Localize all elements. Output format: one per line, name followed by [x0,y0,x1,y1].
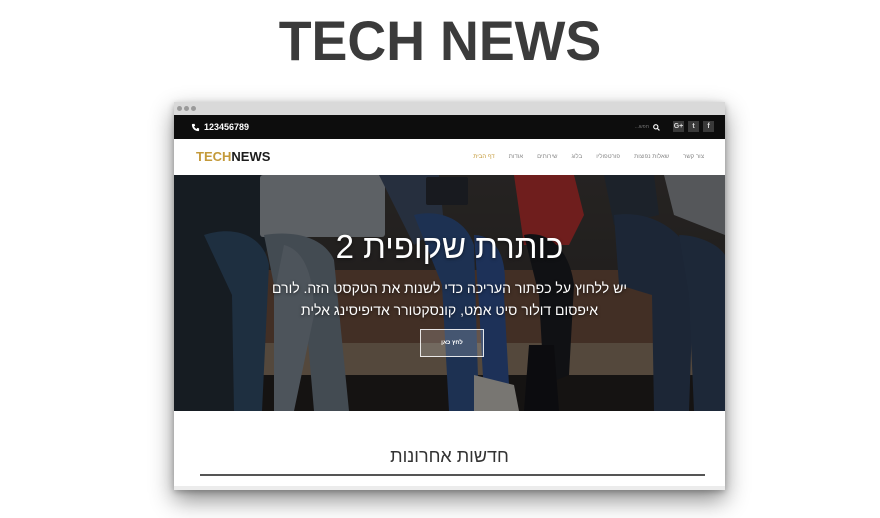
search-icon[interactable] [653,123,660,131]
site-navbar: TECHNEWS דף הבית אודות שירותים בלוג פורט… [174,139,725,175]
google-plus-icon[interactable]: G+ [673,121,684,132]
window-dot [191,106,196,111]
hero-title: כותרת שקופית 2 [335,228,564,265]
latest-news-title: חדשות אחרונות [390,446,509,466]
section-bottom-strip [174,486,725,490]
page-title: TECH NEWS [278,9,602,72]
window-dot [177,106,182,111]
logo-tech: TECH [196,149,232,164]
window-chrome [174,102,725,116]
phone-icon [191,123,200,131]
section-divider [200,474,705,476]
menu-item-portfolio[interactable]: פורטפוליו [596,153,620,161]
phone-number: 123456789 [204,122,250,132]
latest-news-section: חדשות אחרונות [174,411,725,490]
search-box[interactable] [620,120,660,134]
main-menu: דף הבית אודות שירותים בלוג פורטפוליו שאל… [473,153,704,161]
menu-item-about[interactable]: אודות [509,153,523,161]
menu-item-faq[interactable]: שאלות נפוצות [634,153,669,161]
menu-item-contact[interactable]: צור קשר [683,153,704,161]
twitter-icon[interactable]: t [688,121,699,132]
site-topbar: 123456789 G+ t f [174,115,725,139]
logo-news: NEWS [231,149,271,164]
menu-item-home[interactable]: דף הבית [473,153,495,161]
website-preview-window: 123456789 G+ t f TECHNEWS דף הבית אודות … [174,102,725,490]
hero-button[interactable]: לחץ כאן [420,329,484,357]
site-logo[interactable]: TECHNEWS [196,150,270,164]
menu-item-services[interactable]: שירותים [537,153,557,161]
hero-slider: כותרת שקופית 2 יש ללחוץ על כפתור העריכה … [174,175,725,411]
hero-text: יש ללחוץ על כפתור העריכה כדי לשנות את הט… [272,280,627,318]
window-dot [184,106,189,111]
facebook-icon[interactable]: f [703,121,714,132]
search-input[interactable] [623,122,649,132]
menu-item-blog[interactable]: בלוג [571,153,582,161]
phone-contact[interactable]: 123456789 [191,121,249,133]
